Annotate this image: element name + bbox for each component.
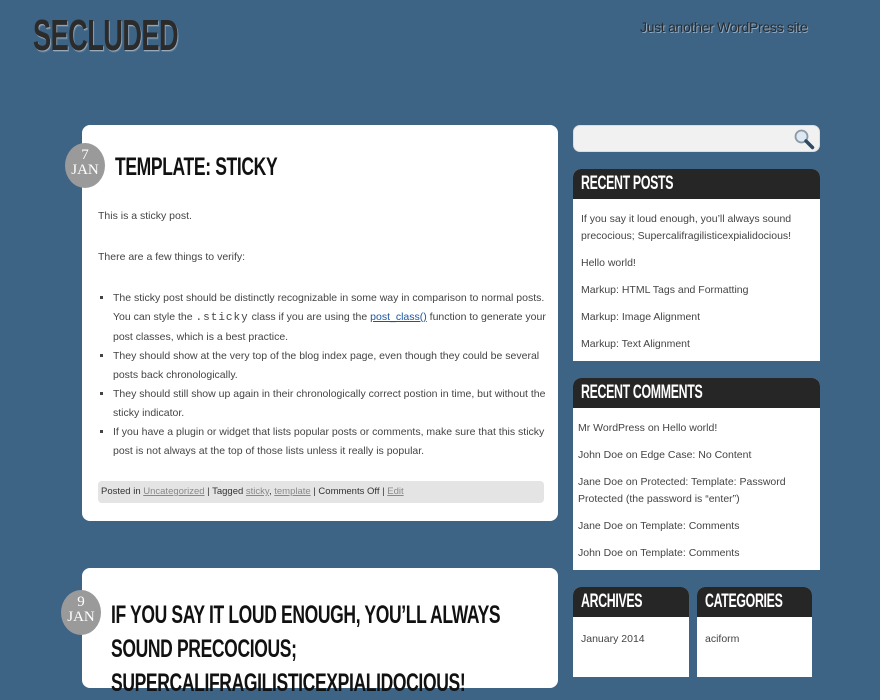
post-paragraph: This is a sticky post.	[98, 210, 192, 222]
meta-text: | Tagged	[204, 486, 246, 497]
recent-comments-widget: Recent Comments Mr WordPress on Hello wo…	[573, 378, 820, 570]
categories-widget: Categories aciform	[697, 587, 812, 677]
bullet-text: class if you are using the	[248, 311, 371, 323]
bullet-item: If you have a plugin or widget that list…	[113, 423, 548, 461]
search-input[interactable]	[578, 129, 792, 149]
recent-comment-link[interactable]: John Doe on Edge Case: No Content	[578, 447, 814, 464]
post-paragraph: There are a few things to verify:	[98, 251, 246, 263]
inline-code: .sticky	[195, 312, 249, 324]
widget-title-text: Archives	[581, 591, 643, 612]
recent-post-link[interactable]: Hello world!	[581, 255, 812, 272]
recent-comment-link[interactable]: John Doe on Template: Comments	[578, 545, 814, 562]
recent-post-link[interactable]: Markup: Image Alignment	[581, 309, 812, 326]
site-tagline: Just another WordPress site	[640, 19, 808, 35]
post-date-day: 9	[77, 594, 85, 610]
widget-title: Archives	[573, 587, 689, 617]
widget-title-text: Categories	[705, 591, 783, 612]
category-link[interactable]: aciform	[705, 631, 804, 648]
post-title[interactable]: Template: Sticky	[115, 153, 278, 182]
recent-posts-widget: Recent Posts If you say it loud enough, …	[573, 169, 820, 361]
bullet-item: They should show at the very top of the …	[113, 347, 548, 385]
edit-link[interactable]: Edit	[387, 486, 403, 497]
widget-title-text: Recent Posts	[581, 173, 674, 194]
bullet-item: The sticky post should be distinctly rec…	[113, 289, 548, 347]
post-bullet-list: The sticky post should be distinctly rec…	[98, 289, 548, 461]
recent-comment-link[interactable]: Mr WordPress on Hello world!	[578, 420, 814, 437]
recent-post-link[interactable]: If you say it loud enough, you’ll always…	[581, 211, 812, 245]
meta-text: Posted in	[101, 486, 144, 497]
search-form	[573, 125, 820, 152]
widget-title: Categories	[697, 587, 812, 617]
archive-link[interactable]: January 2014	[581, 631, 681, 648]
post-date-month: JAN	[67, 609, 95, 625]
widget-title: Recent Posts	[573, 169, 820, 199]
tag-link[interactable]: template	[274, 486, 310, 497]
bullet-item: They should still show up again in their…	[113, 385, 548, 423]
tag-link[interactable]: sticky	[246, 486, 269, 497]
post-date-month: JAN	[71, 162, 99, 178]
post-supercalifragilistic: 9 JAN If you say it loud enough, you’ll …	[61, 568, 558, 697]
recent-comment-link[interactable]: Jane Doe on Protected: Template: Passwor…	[578, 474, 814, 508]
post-date-badge: 7 JAN	[65, 143, 105, 188]
post-content: This is a sticky post. There are a few t…	[98, 207, 548, 461]
post-meta-bar: Posted in Uncategorized | Tagged sticky,…	[98, 481, 544, 503]
recent-comment-link[interactable]: Jane Doe on Template: Comments	[578, 518, 814, 535]
widget-title-text: Recent Comments	[581, 382, 703, 403]
widget-title: Recent Comments	[573, 378, 820, 408]
site-title[interactable]: SECLUDED	[33, 10, 179, 62]
search-icon[interactable]	[793, 128, 815, 150]
post-class-link[interactable]: post_class()	[370, 311, 427, 323]
recent-post-link[interactable]: Markup: HTML Tags and Formatting	[581, 282, 812, 299]
recent-post-link[interactable]: Markup: Text Alignment	[581, 336, 812, 353]
post-sticky: 7 JAN Template: Sticky This is a sticky …	[65, 125, 558, 521]
meta-text: | Comments Off |	[310, 486, 388, 497]
post-title[interactable]: If you say it loud enough, you’ll always…	[111, 598, 538, 700]
archives-widget: Archives January 2014	[573, 587, 689, 677]
post-date-day: 7	[81, 147, 89, 163]
category-link[interactable]: Uncategorized	[143, 486, 204, 497]
post-date-badge: 9 JAN	[61, 590, 101, 635]
